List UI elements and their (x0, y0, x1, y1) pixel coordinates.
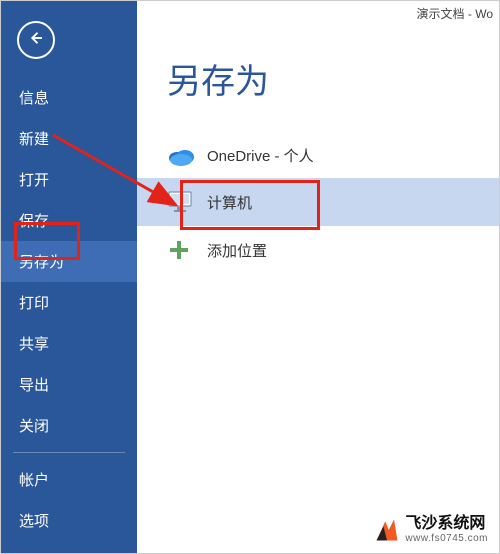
nav-item-info[interactable]: 信息 (1, 77, 137, 118)
backstage-sidebar: 信息 新建 打开 保存 另存为 打印 共享 导出 关闭 帐户 选项 (1, 1, 137, 553)
location-label: 添加位置 (207, 240, 267, 261)
nav-item-new[interactable]: 新建 (1, 118, 137, 159)
back-arrow-icon (27, 29, 45, 52)
location-add-place[interactable]: 添加位置 (137, 226, 499, 274)
nav-item-save-as[interactable]: 另存为 (1, 241, 137, 282)
window-title: 演示文档 - Wo (137, 1, 499, 24)
nav-item-print[interactable]: 打印 (1, 282, 137, 323)
main-pane: 演示文档 - Wo 另存为 OneDrive - 个人 (137, 1, 499, 553)
location-computer[interactable]: 计算机 (137, 178, 499, 226)
nav-item-share[interactable]: 共享 (1, 323, 137, 364)
location-label: 计算机 (207, 192, 252, 213)
page-title: 另存为 (167, 54, 499, 103)
nav-item-open[interactable]: 打开 (1, 159, 137, 200)
watermark-logo-icon (373, 516, 401, 544)
location-label: OneDrive - 个人 (207, 145, 314, 166)
nav-item-options[interactable]: 选项 (1, 500, 137, 541)
app-root: 信息 新建 打开 保存 另存为 打印 共享 导出 关闭 帐户 选项 演示文档 -… (0, 0, 500, 554)
onedrive-icon (167, 146, 207, 166)
nav-item-save[interactable]: 保存 (1, 200, 137, 241)
nav-item-account[interactable]: 帐户 (1, 459, 137, 500)
computer-icon (167, 190, 207, 214)
watermark: 飞沙系统网 www.fs0745.com (367, 511, 494, 548)
back-button[interactable] (17, 21, 55, 59)
watermark-title: 飞沙系统网 (405, 515, 488, 533)
nav-divider (13, 452, 125, 453)
location-onedrive[interactable]: OneDrive - 个人 (137, 133, 499, 178)
watermark-url: www.fs0745.com (405, 533, 488, 544)
nav-item-export[interactable]: 导出 (1, 364, 137, 405)
nav-item-close[interactable]: 关闭 (1, 405, 137, 446)
save-location-list: OneDrive - 个人 计算机 (137, 133, 499, 274)
add-icon (167, 238, 207, 262)
